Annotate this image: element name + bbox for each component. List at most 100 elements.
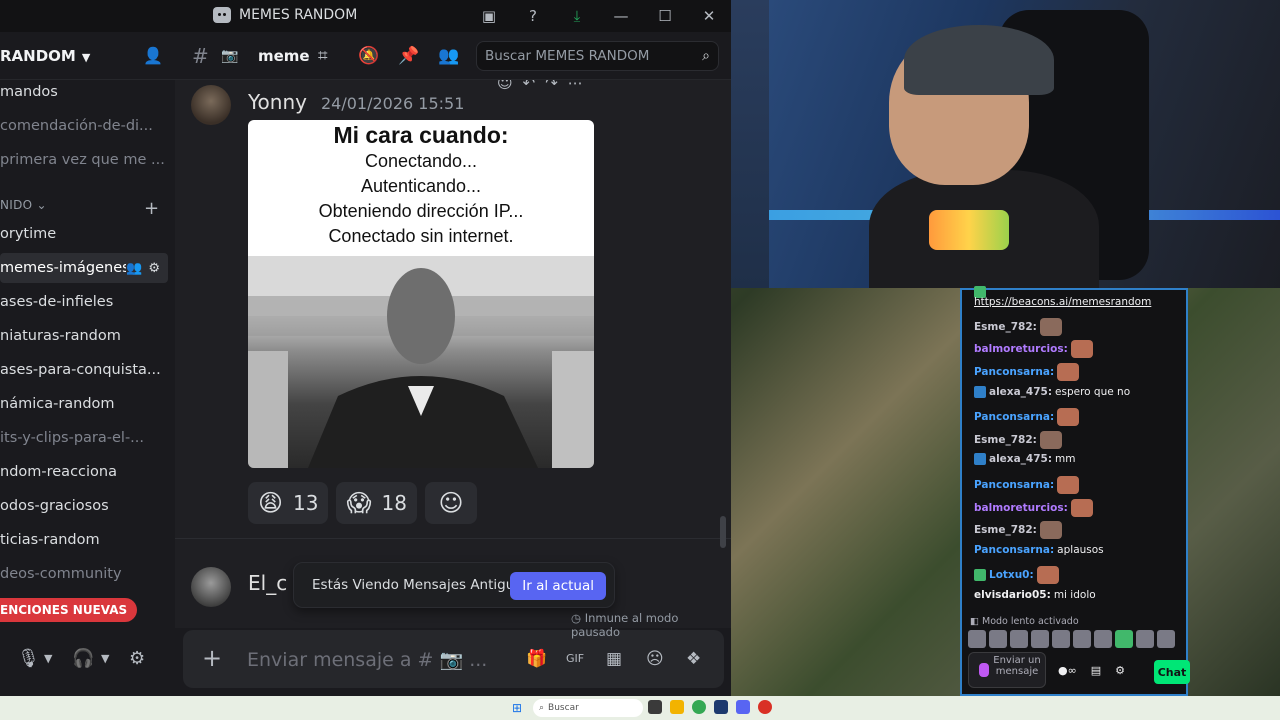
chat-line: Panconsarna: <box>974 476 1080 494</box>
user-settings-icon[interactable]: ⚙ <box>129 648 145 669</box>
emote-icon <box>1039 431 1062 449</box>
invite-user-icon[interactable]: 👤 <box>143 46 163 66</box>
chat-line: Panconsarna: aplausos <box>974 544 1104 556</box>
chat-send-button[interactable]: Chat <box>1154 660 1190 684</box>
jump-to-present-button[interactable]: Ir al actual <box>510 572 606 600</box>
emote-icon[interactable] <box>1010 630 1028 648</box>
emote-icon[interactable] <box>1094 630 1112 648</box>
message-input[interactable]: Enviar mensaje a # 📷 ... <box>247 648 487 671</box>
sticker-icon[interactable]: ▦ <box>606 649 622 669</box>
user-panel: 🎙 ▼ 🎧 ▼ ⚙ <box>0 624 175 696</box>
channel-item[interactable]: primera vez que me ... <box>0 145 168 175</box>
reply-icon[interactable]: ↶ <box>523 80 536 92</box>
forward-icon[interactable]: ↷ <box>545 80 558 92</box>
emote-icon[interactable] <box>1073 630 1091 648</box>
taskbar-search[interactable]: ⌕ Buscar <box>533 699 643 717</box>
bits-icon[interactable]: ●∞ <box>1058 664 1077 677</box>
pin-icon[interactable]: 📌 <box>398 46 419 66</box>
emoji-icon[interactable]: ☹ <box>646 649 664 669</box>
channel-item[interactable]: odos-graciosos <box>0 491 168 521</box>
category-header[interactable]: NIDO ⌄ <box>0 198 47 212</box>
emote-icon <box>1057 476 1080 494</box>
inbox-icon[interactable]: ▣ <box>467 0 511 32</box>
microphone-icon[interactable] <box>979 663 989 677</box>
emote-icon[interactable] <box>1136 630 1154 648</box>
emote-icon[interactable] <box>1031 630 1049 648</box>
emote-icon[interactable] <box>968 630 986 648</box>
task-view-icon[interactable] <box>648 700 662 714</box>
channel-item[interactable]: ticias-random <box>0 525 168 555</box>
chat-link[interactable]: https://beacons.ai/memesrandom <box>974 296 1151 308</box>
headphones-icon[interactable]: 🎧 <box>72 648 94 669</box>
chevron-down-icon[interactable]: ▼ <box>44 652 52 665</box>
message-list[interactable]: ☺ ↶ ↷ ⋯ Yonny 24/01/2026 15:51 Mi cara c… <box>175 80 731 628</box>
server-header[interactable]: RANDOM ▼ 👤 <box>0 32 175 80</box>
scrollbar[interactable] <box>720 516 726 548</box>
channel-item-active[interactable]: memes-imágenes 👥 ⚙ <box>0 253 168 283</box>
mute-bell-icon[interactable]: 🔕 <box>358 46 379 66</box>
photoshop-icon[interactable] <box>714 700 728 714</box>
taskbar: ⊞ ⌕ Buscar <box>0 696 1280 720</box>
gear-icon[interactable]: ⚙ <box>148 261 160 276</box>
chevron-down-icon: ⌄ <box>36 198 47 212</box>
maximize-button[interactable]: ☐ <box>643 0 687 32</box>
new-mentions-badge[interactable]: ENCIONES NUEVAS <box>0 598 138 622</box>
chevron-down-icon[interactable]: ▼ <box>101 652 109 665</box>
add-reaction-button[interactable]: ☺ <box>424 482 477 524</box>
plus-icon[interactable]: + <box>202 644 222 672</box>
emoji-reaction-icon[interactable]: ☺ <box>497 80 513 92</box>
file-explorer-icon[interactable] <box>670 700 684 714</box>
channel-item[interactable]: orytime <box>0 219 168 249</box>
more-icon[interactable]: ⋯ <box>568 80 583 92</box>
emote-icon[interactable] <box>1115 630 1133 648</box>
chat-tools: ●∞ ▤ ⚙ <box>1058 664 1125 677</box>
chat-line: Panconsarna: <box>974 408 1080 426</box>
channel-item[interactable]: námica-random <box>0 389 168 419</box>
badge-icon <box>974 386 986 398</box>
reaction-button[interactable]: 😩 13 <box>248 482 329 524</box>
windows-start-icon[interactable]: ⊞ <box>512 701 526 715</box>
message-author[interactable]: Yonny <box>248 90 307 114</box>
old-messages-banner: Estás Viendo Mensajes Antiguos Ir al act… <box>293 562 615 608</box>
message-author[interactable]: El_c <box>248 571 287 595</box>
microphone-icon[interactable]: 🎙 <box>17 648 40 669</box>
emote-icon[interactable] <box>1052 630 1070 648</box>
settings-icon[interactable]: ⚙ <box>1115 664 1125 677</box>
avatar[interactable] <box>191 85 231 125</box>
download-icon[interactable]: ⤓ <box>555 0 599 32</box>
chat-input[interactable]: Enviar un mensaje <box>968 652 1046 688</box>
channel-item[interactable]: deos-community <box>0 559 168 589</box>
avatar[interactable] <box>191 567 231 607</box>
gif-icon[interactable]: GIF <box>566 652 584 665</box>
search-input[interactable]: Buscar MEMES RANDOM ⌕ <box>476 41 719 71</box>
channel-item[interactable]: ases-para-conquista... <box>0 355 168 385</box>
channel-item[interactable]: its-y-clips-para-el-... <box>0 423 168 453</box>
create-channel-icon[interactable]: + <box>144 198 159 219</box>
chrome-icon[interactable] <box>692 700 706 714</box>
emote-icon[interactable] <box>1157 630 1175 648</box>
obs-icon[interactable] <box>758 700 772 714</box>
channel-item[interactable]: ndom-reacciona <box>0 457 168 487</box>
channel-item[interactable]: comendación-de-di... <box>0 111 168 141</box>
member-list-icon[interactable]: 👥 <box>438 46 459 66</box>
threads-icon[interactable]: ⌗ <box>318 46 328 66</box>
emote-icon[interactable] <box>989 630 1007 648</box>
minimize-button[interactable]: — <box>599 0 643 32</box>
help-icon[interactable]: ? <box>511 0 555 32</box>
apps-icon[interactable]: ❖ <box>686 649 701 669</box>
close-button[interactable]: ✕ <box>687 0 731 32</box>
channel-item[interactable]: mandos <box>0 77 168 107</box>
channel-item[interactable]: ases-de-infieles <box>0 287 168 317</box>
meme-image[interactable]: Mi cara cuando: Conectando... Autentican… <box>248 120 594 468</box>
server-name[interactable]: RANDOM <box>0 47 76 65</box>
window-title: MEMES RANDOM <box>213 7 357 23</box>
add-member-icon[interactable]: 👥 <box>126 261 142 276</box>
screen: MEMES RANDOM ▣ ? ⤓ — ☐ ✕ RANDOM ▼ 👤 mando… <box>0 0 1280 720</box>
badge-icon <box>974 569 986 581</box>
gift-icon[interactable]: 🎁 <box>526 649 547 669</box>
reaction-button[interactable]: 😱 18 <box>336 482 417 524</box>
channel-header: # 📷 meme ⌗ 🔕 📌 👥 Buscar MEMES RANDOM ⌕ <box>175 32 731 80</box>
channel-item[interactable]: niaturas-random <box>0 321 168 351</box>
store-icon[interactable]: ▤ <box>1091 664 1101 677</box>
discord-taskbar-icon[interactable] <box>736 700 750 714</box>
